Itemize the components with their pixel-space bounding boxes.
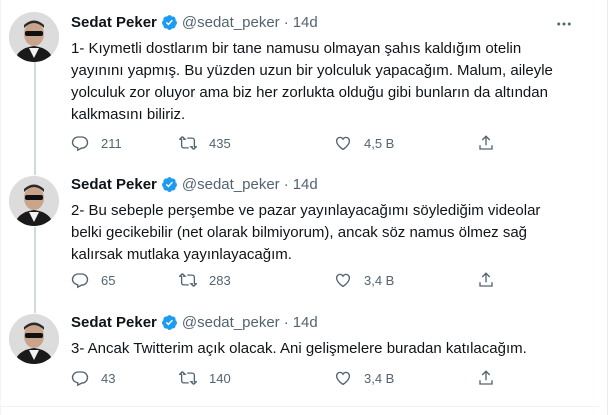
share-icon — [479, 370, 493, 385]
share-button[interactable] — [477, 369, 495, 387]
tweet-actions: 65 283 3,4 B — [71, 271, 501, 291]
reply-button[interactable]: 65 — [71, 271, 115, 289]
tweet-text-line: yolculuk zor oluyor ama biz her zorlukta… — [71, 84, 548, 101]
tweet-header: Sedat Peker @sedat_peker · 14d — [71, 176, 318, 193]
tweet-text-line: kalırsak mutlaka yayınlayacağım. — [71, 246, 292, 263]
thread-connector — [34, 227, 36, 308]
share-button[interactable] — [477, 134, 495, 152]
retweet-icon — [179, 273, 197, 287]
like-button[interactable]: 3,4 B — [334, 271, 394, 289]
tweet-thread: Sedat Peker @sedat_peker · 14d 1- Kıymet… — [0, 0, 608, 415]
like-count: 3,4 B — [364, 370, 395, 386]
author-name[interactable]: Sedat Peker — [71, 14, 157, 31]
retweet-icon — [179, 136, 197, 150]
verified-badge-icon — [161, 176, 178, 193]
heart-icon — [335, 136, 351, 151]
reply-button[interactable]: 43 — [71, 369, 115, 387]
reply-count: 65 — [101, 272, 116, 288]
separator-dot: · — [283, 14, 289, 31]
tweet-text-line: belki gecikebilir (net olarak bilmiyorum… — [71, 224, 528, 241]
tweet-text-line: 1- Kıymetli dostlarım bir tane namusu ol… — [71, 40, 522, 57]
share-icon — [479, 135, 493, 150]
tweet-text-line: kalkmasını biliriz. — [71, 106, 186, 123]
reply-count: 43 — [101, 370, 116, 386]
share-button[interactable] — [477, 271, 495, 289]
tweet-3[interactable]: Sedat Peker @sedat_peker · 14d 3- Ancak … — [1, 308, 599, 415]
timestamp[interactable]: 14d — [293, 314, 318, 331]
timestamp[interactable]: 14d — [293, 176, 318, 193]
thread-connector — [34, 62, 36, 170]
retweet-button[interactable]: 435 — [179, 134, 231, 152]
retweet-count: 140 — [209, 370, 231, 386]
tweet-actions: 211 435 4,5 B — [71, 134, 501, 154]
author-handle[interactable]: @sedat_peker — [182, 14, 280, 31]
author-name[interactable]: Sedat Peker — [71, 176, 157, 193]
reply-icon — [71, 371, 89, 387]
reply-icon — [71, 136, 89, 152]
tweet-text-line: 2- Bu sebeple perşembe ve pazar yayınlay… — [71, 202, 541, 219]
verified-badge-icon — [161, 314, 178, 331]
heart-icon — [335, 273, 351, 288]
tweet-text: 2- Bu sebeple perşembe ve pazar yayınlay… — [71, 200, 571, 266]
more-icon[interactable] — [555, 15, 573, 33]
author-handle[interactable]: @sedat_peker — [182, 176, 280, 193]
thread-connector — [34, 308, 36, 313]
retweet-icon — [179, 371, 197, 385]
reply-icon — [71, 273, 89, 289]
author-handle[interactable]: @sedat_peker — [182, 314, 280, 331]
tweet-text: 1- Kıymetli dostlarım bir tane namusu ol… — [71, 38, 571, 126]
verified-badge-icon — [161, 14, 178, 31]
tweet-header: Sedat Peker @sedat_peker · 14d — [71, 314, 318, 331]
tweet-header: Sedat Peker @sedat_peker · 14d — [71, 14, 318, 31]
author-name[interactable]: Sedat Peker — [71, 314, 157, 331]
like-count: 4,5 B — [364, 135, 395, 151]
timestamp[interactable]: 14d — [293, 14, 318, 31]
divider — [1, 406, 599, 407]
heart-icon — [335, 371, 351, 386]
reply-button[interactable]: 211 — [71, 134, 122, 152]
separator-dot: · — [283, 314, 289, 331]
tweet-1[interactable]: Sedat Peker @sedat_peker · 14d 1- Kıymet… — [1, 0, 599, 170]
separator-dot: · — [283, 176, 289, 193]
like-button[interactable]: 3,4 B — [334, 369, 394, 387]
retweet-button[interactable]: 140 — [179, 369, 231, 387]
share-icon — [479, 272, 493, 287]
reply-count: 211 — [101, 135, 122, 151]
retweet-button[interactable]: 283 — [179, 271, 231, 289]
avatar[interactable] — [9, 314, 59, 364]
tweet-text: 3- Ancak Twitterim açık olacak. Ani geli… — [71, 338, 571, 360]
tweet-text-line: 3- Ancak Twitterim açık olacak. Ani geli… — [71, 340, 527, 357]
like-count: 3,4 B — [364, 272, 395, 288]
tweet-2[interactable]: Sedat Peker @sedat_peker · 14d 2- Bu seb… — [1, 170, 599, 308]
avatar[interactable] — [9, 12, 59, 62]
retweet-count: 435 — [209, 135, 231, 151]
retweet-count: 283 — [209, 272, 231, 288]
tweet-text-line: yayınını yapmış. Bu yüzden uzun bir yolc… — [71, 62, 553, 79]
like-button[interactable]: 4,5 B — [334, 134, 394, 152]
avatar[interactable] — [9, 176, 59, 226]
thread-connector — [34, 170, 36, 175]
tweet-actions: 43 140 3,4 B — [71, 369, 501, 389]
